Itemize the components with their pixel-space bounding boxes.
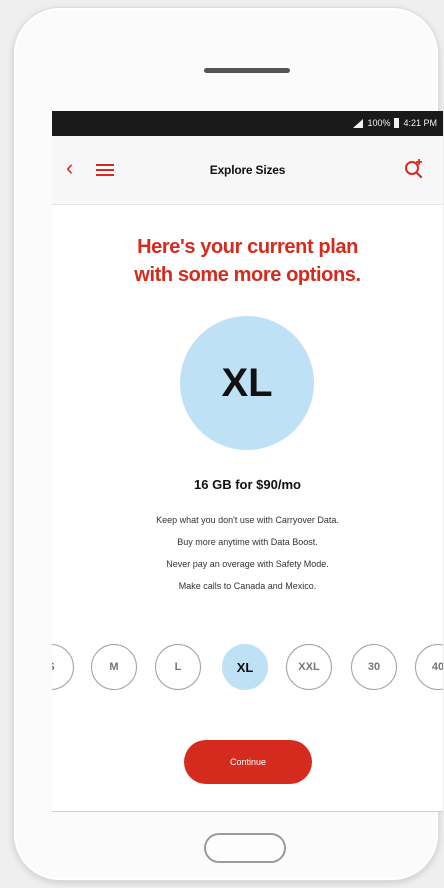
size-option-l[interactable]: L	[155, 644, 201, 690]
plan-headline: Here's your current plan with some more …	[52, 233, 443, 289]
size-option-40[interactable]: 40	[415, 644, 443, 690]
battery-percent: 100%	[367, 118, 391, 128]
status-time: 4:21 PM	[403, 118, 437, 128]
app-header: ‹ Explore Sizes	[52, 136, 443, 205]
headline-line-2: with some more options.	[134, 264, 361, 286]
size-option-m[interactable]: M	[91, 644, 137, 690]
app-screen: 100% 4:21 PM ‹ Explore Sizes Here's your…	[52, 111, 443, 812]
speaker-grille	[204, 68, 290, 73]
size-selector: S M L XL XXL 30 40	[52, 644, 443, 694]
feature-item: Buy more anytime with Data Boost.	[177, 537, 318, 547]
status-bar: 100% 4:21 PM	[52, 111, 443, 136]
headline-line-1: Here's your current plan	[137, 236, 358, 258]
feature-item: Keep what you don't use with Carryover D…	[156, 515, 339, 525]
phone-frame: 100% 4:21 PM ‹ Explore Sizes Here's your…	[14, 8, 443, 880]
continue-button[interactable]: Continue	[184, 740, 312, 784]
feature-item: Make calls to Canada and Mexico.	[178, 581, 317, 591]
current-size-badge: XL	[180, 316, 314, 450]
home-button[interactable]	[204, 833, 286, 863]
size-option-30[interactable]: 30	[351, 644, 397, 690]
signal-icon	[353, 118, 364, 128]
size-option-s[interactable]: S	[52, 644, 74, 690]
page-title: Explore Sizes	[209, 163, 286, 177]
search-plus-icon[interactable]	[402, 156, 426, 180]
feature-item: Never pay an overage with Safety Mode.	[166, 559, 329, 569]
size-option-xxl[interactable]: XXL	[286, 644, 332, 690]
size-option-xl[interactable]: XL	[222, 644, 268, 690]
plan-summary: 16 GB for $90/mo	[194, 477, 301, 492]
plan-features-list: Keep what you don't use with Carryover D…	[52, 509, 443, 597]
battery-icon	[394, 118, 400, 128]
